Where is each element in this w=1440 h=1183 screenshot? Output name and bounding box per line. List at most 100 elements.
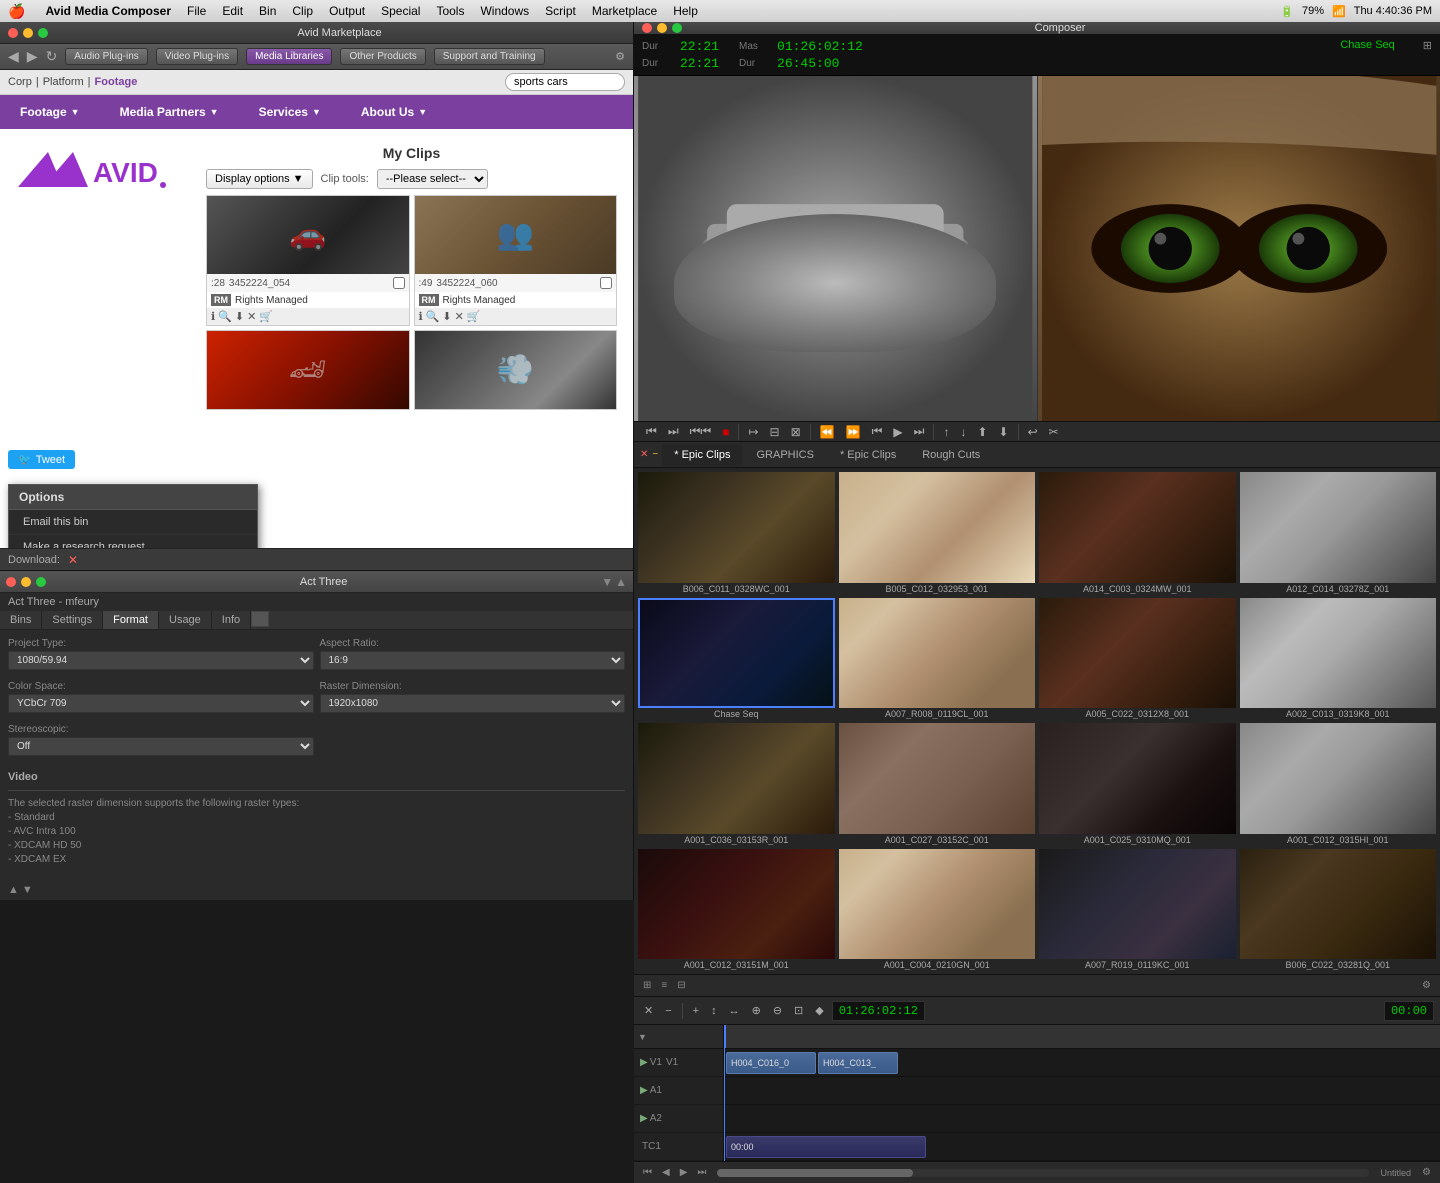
back-button[interactable]: ◀: [8, 48, 19, 65]
forward-button[interactable]: ▶: [27, 48, 38, 65]
menu-output[interactable]: Output: [329, 4, 365, 18]
composer-expand-icon[interactable]: ⊞: [1423, 39, 1432, 71]
settings-tab-icon[interactable]: [251, 611, 269, 627]
tl-zoom-out-button[interactable]: ⊖: [769, 1002, 786, 1019]
thumbnail-item-11[interactable]: A001_C012_0315HI_001: [1240, 723, 1437, 845]
support-tab[interactable]: Support and Training: [434, 48, 545, 65]
app-name[interactable]: Avid Media Composer: [45, 4, 171, 18]
thumbnail-item-13[interactable]: A001_C004_0210GN_001: [839, 849, 1036, 971]
download-close-button[interactable]: ✕: [68, 553, 78, 567]
tab-graphics[interactable]: GRAPHICS: [744, 444, 825, 466]
cart-icon[interactable]: 🛒: [259, 310, 273, 323]
other-products-tab[interactable]: Other Products: [340, 48, 425, 65]
thumbnail-item-10[interactable]: A001_C025_0310MQ_001: [1039, 723, 1236, 845]
nav-about-us[interactable]: About Us ▼: [341, 95, 447, 129]
thumbnail-item-5[interactable]: A007_R008_0119CL_001: [839, 598, 1036, 720]
step-back-button[interactable]: ⏭: [664, 422, 683, 441]
tl-minimize-button[interactable]: −: [661, 1003, 675, 1019]
email-bin-option[interactable]: Email this bin: [9, 510, 257, 535]
close-dot[interactable]: [8, 28, 18, 38]
composer-minimize-dot[interactable]: [657, 23, 667, 33]
settings-close-dot[interactable]: [6, 577, 16, 587]
settings-minimize-dot[interactable]: [21, 577, 31, 587]
tl-add-button[interactable]: +: [689, 1003, 703, 1019]
add-edit-button[interactable]: ✂: [1045, 423, 1063, 441]
tl-marker-button[interactable]: ◆: [811, 1002, 827, 1019]
tab-settings[interactable]: Settings: [42, 611, 103, 629]
tl-zoom-in-button[interactable]: ⊕: [748, 1002, 765, 1019]
nav-services[interactable]: Services ▼: [239, 95, 341, 129]
thumbnail-item-1[interactable]: B005_C012_032953_001: [839, 472, 1036, 594]
cart-icon[interactable]: 🛒: [467, 310, 481, 323]
tl-bottom-tool-3[interactable]: ▶: [677, 1166, 691, 1179]
media-libraries-tab[interactable]: Media Libraries: [246, 48, 332, 65]
tl-close-button[interactable]: ✕: [640, 1002, 657, 1019]
maximize-dot[interactable]: [38, 28, 48, 38]
mark-out-button[interactable]: ⊟: [766, 423, 784, 441]
clip-h004-c013[interactable]: H004_C013_: [818, 1052, 898, 1074]
thumbnail-item-8[interactable]: A001_C036_03153R_001: [638, 723, 835, 845]
clip-checkbox[interactable]: [393, 277, 405, 289]
audio-plugins-tab[interactable]: Audio Plug-ins: [65, 48, 147, 65]
step-back2-button[interactable]: ⏮⏮: [686, 422, 716, 441]
aspect-ratio-select[interactable]: 16:9: [320, 651, 626, 670]
settings-expand-icon[interactable]: ▲: [615, 575, 627, 589]
thumbnail-item-15[interactable]: B006_C022_03281Q_001: [1240, 849, 1437, 971]
tl-bottom-tool-4[interactable]: ⏭: [694, 1166, 709, 1179]
delete-icon[interactable]: ✕: [455, 310, 464, 323]
tweet-button[interactable]: 🐦 Tweet: [8, 450, 75, 469]
clip-checkbox[interactable]: [600, 277, 612, 289]
trim-button[interactable]: ⊠: [787, 423, 805, 441]
color-space-select[interactable]: YCbCr 709: [8, 694, 314, 713]
raster-dim-select[interactable]: 1920x1080: [320, 694, 626, 713]
breadcrumb-platform[interactable]: Platform: [43, 76, 84, 88]
search-clip-icon[interactable]: 🔍: [218, 310, 232, 323]
settings-maximize-dot[interactable]: [36, 577, 46, 587]
composer-maximize-dot[interactable]: [672, 23, 682, 33]
tl-settings-icon[interactable]: ⚙: [1419, 1166, 1434, 1179]
thumbnail-item-6[interactable]: A005_C022_0312X8_001: [1039, 598, 1236, 720]
menu-edit[interactable]: Edit: [222, 4, 243, 18]
info-icon[interactable]: ℹ: [211, 310, 215, 323]
clip-tools-select[interactable]: --Please select--: [377, 169, 488, 189]
apple-menu[interactable]: 🍎: [8, 3, 25, 20]
thumbnail-item-7[interactable]: A002_C013_0319K8_001: [1240, 598, 1437, 720]
lift-button[interactable]: ⬆: [973, 423, 991, 441]
clips-tool-2[interactable]: ≡: [658, 979, 670, 992]
tl-fit-button[interactable]: ⊡: [790, 1002, 807, 1019]
menu-marketplace[interactable]: Marketplace: [592, 4, 657, 18]
research-request-option[interactable]: Make a research request: [9, 535, 257, 548]
panel-settings-icon[interactable]: ⚙: [615, 50, 625, 63]
menu-help[interactable]: Help: [673, 4, 698, 18]
splice-button[interactable]: ↑: [939, 423, 953, 441]
tab-epic-clips-1[interactable]: * Epic Clips: [662, 444, 742, 466]
menu-script[interactable]: Script: [545, 4, 576, 18]
tab-rough-cuts[interactable]: Rough Cuts: [910, 444, 992, 466]
thumbnail-item-9[interactable]: A001_C027_03152C_001: [839, 723, 1036, 845]
minimize-dot[interactable]: [23, 28, 33, 38]
clip-tc1[interactable]: 00:00: [726, 1136, 926, 1158]
go-start-button[interactable]: ⏮: [642, 422, 661, 441]
playhead-marker[interactable]: [724, 1025, 725, 1161]
track-content-area[interactable]: H004_C016_0 H004_C013_: [724, 1025, 1440, 1161]
overwrite-button[interactable]: ↓: [956, 423, 970, 441]
scroll-down-icon[interactable]: ▼: [22, 884, 33, 896]
thumbnail-item-14[interactable]: A007_R019_0119KC_001: [1039, 849, 1236, 971]
timeline-scrollbar[interactable]: [717, 1169, 1368, 1177]
download-icon[interactable]: ⬇: [235, 310, 244, 323]
undo-button[interactable]: ↩: [1024, 423, 1042, 441]
video-plugins-tab[interactable]: Video Plug-ins: [156, 48, 238, 65]
menu-file[interactable]: File: [187, 4, 206, 18]
delete-icon[interactable]: ✕: [247, 310, 256, 323]
menu-special[interactable]: Special: [381, 4, 420, 18]
tab-epic-clips-2[interactable]: * Epic Clips: [828, 444, 908, 466]
breadcrumb-footage[interactable]: Footage: [95, 76, 138, 88]
nav-media-partners[interactable]: Media Partners ▼: [100, 95, 239, 129]
project-type-select[interactable]: 1080/59.94: [8, 651, 314, 670]
play-button[interactable]: ▶: [889, 423, 906, 441]
tl-bottom-tool-1[interactable]: ⏮: [640, 1166, 655, 1179]
breadcrumb-corp[interactable]: Corp: [8, 76, 32, 88]
stereoscopic-select[interactable]: Off: [8, 737, 314, 756]
tl-bottom-tool-2[interactable]: ◀: [659, 1166, 673, 1179]
thumbnail-item-4[interactable]: Chase Seq: [638, 598, 835, 720]
